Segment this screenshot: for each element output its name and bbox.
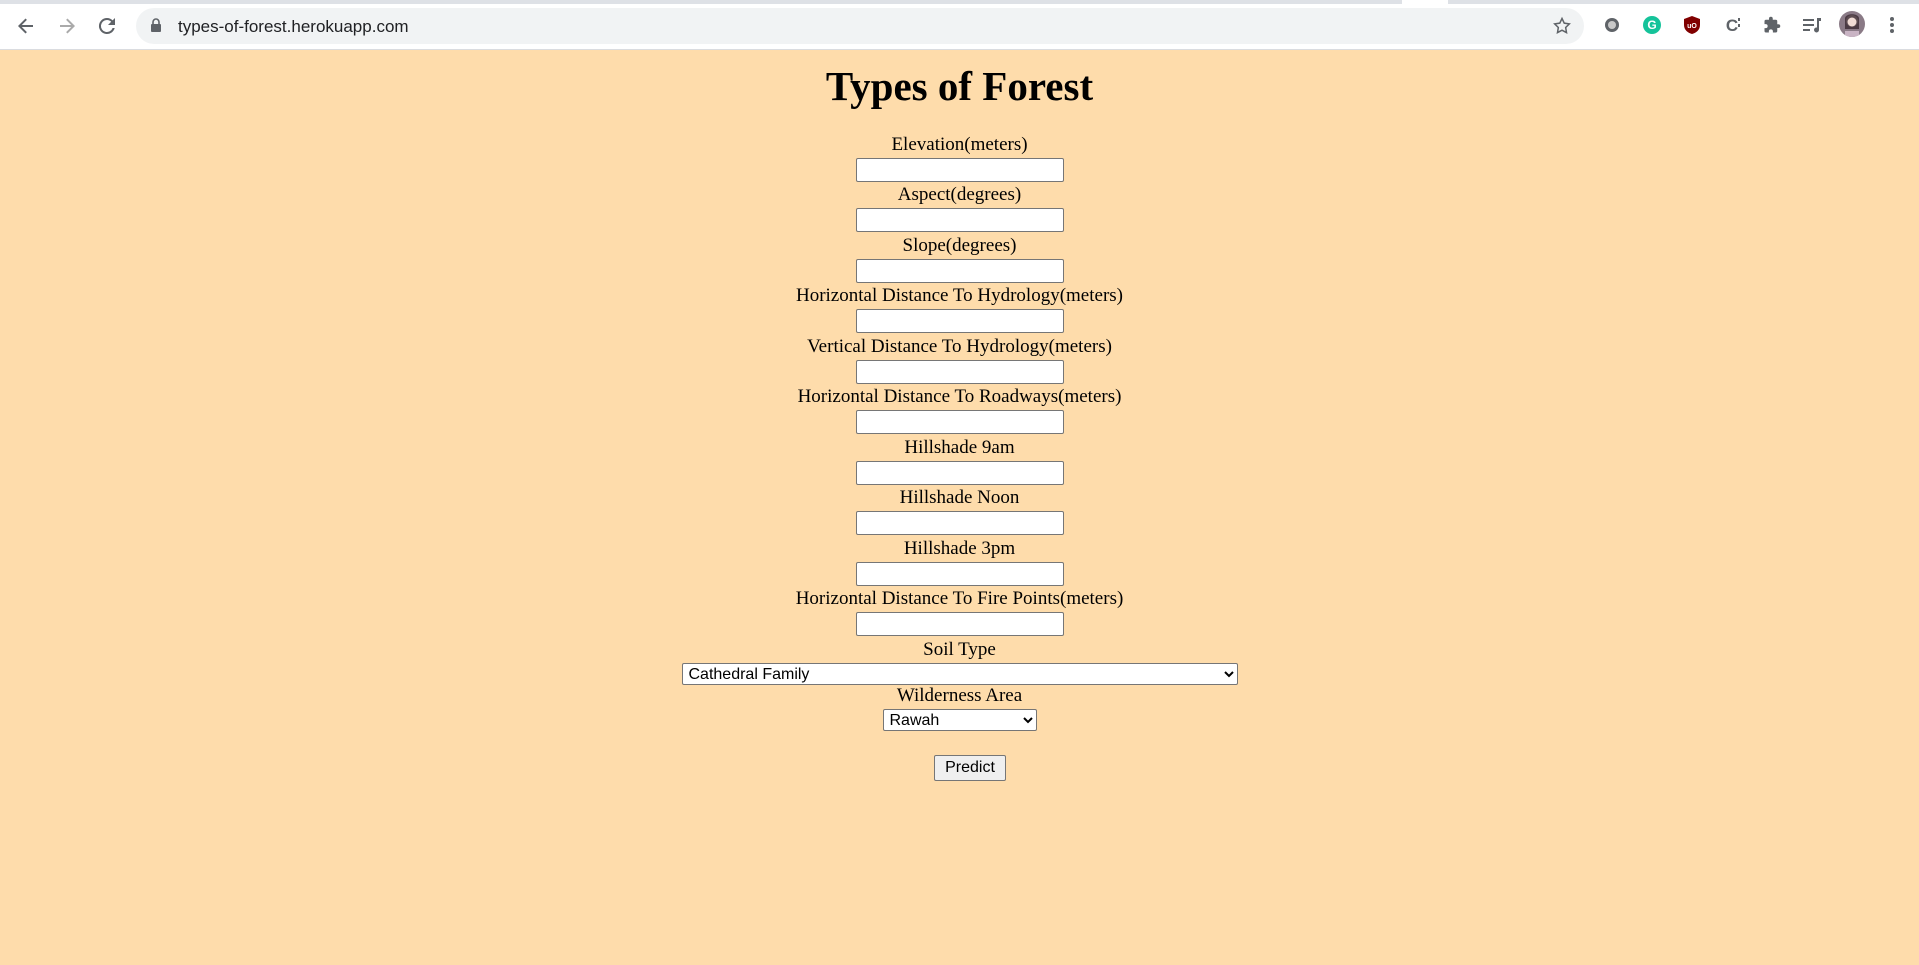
wilderness-area-label: Wilderness Area [896, 685, 1023, 706]
address-bar[interactable]: types-of-forest.herokuapp.com [136, 8, 1584, 44]
tab-strip [0, 0, 1919, 4]
predict-button[interactable]: Predict [934, 755, 1006, 781]
hillshade-3pm-label: Hillshade 3pm [903, 538, 1016, 559]
hillshade-noon-input[interactable] [855, 511, 1064, 535]
soil-type-select[interactable]: Cathedral Family [681, 663, 1238, 685]
fire-points-input[interactable] [855, 612, 1064, 636]
vertical-hydrology-group: Vertical Distance To Hydrology(meters) [0, 336, 1919, 384]
elevation-label: Elevation(meters) [891, 134, 1028, 155]
elevation-input[interactable] [855, 158, 1064, 182]
horizontal-roadways-label: Horizontal Distance To Roadways(meters) [797, 386, 1122, 407]
slope-input[interactable] [855, 259, 1064, 283]
lock-icon[interactable] [150, 18, 162, 38]
ublock-icon[interactable]: uO [1679, 12, 1705, 38]
hillshade-9am-group: Hillshade 9am [0, 437, 1919, 485]
menu-icon[interactable] [1879, 12, 1905, 38]
forward-icon[interactable] [51, 10, 83, 42]
hillshade-noon-group: Hillshade Noon [0, 487, 1919, 535]
aspect-group: Aspect(degrees) [0, 184, 1919, 232]
soil-type-group: Soil Type Cathedral Family [0, 639, 1919, 685]
reload-icon[interactable] [91, 10, 123, 42]
puzzle-icon[interactable] [1759, 12, 1785, 38]
hillshade-9am-input[interactable] [855, 461, 1064, 485]
page-title: Types of Forest [825, 63, 1094, 109]
vertical-hydrology-label: Vertical Distance To Hydrology(meters) [807, 336, 1112, 357]
horizontal-roadways-group: Horizontal Distance To Roadways(meters) [0, 386, 1919, 434]
slope-label: Slope(degrees) [902, 235, 1017, 256]
horizontal-hydrology-label: Horizontal Distance To Hydrology(meters) [795, 285, 1124, 306]
slope-group: Slope(degrees) [0, 235, 1919, 283]
browser-toolbar: types-of-forest.herokuapp.com G uO C [0, 0, 1919, 50]
media-icon[interactable] [1799, 12, 1825, 38]
profile-avatar[interactable] [1839, 11, 1865, 37]
url-text[interactable]: types-of-forest.herokuapp.com [178, 17, 409, 37]
fire-points-label: Horizontal Distance To Fire Points(meter… [795, 588, 1124, 609]
horizontal-hydrology-input[interactable] [855, 309, 1064, 333]
svg-text:G: G [1647, 18, 1656, 32]
aspect-label: Aspect(degrees) [897, 184, 1022, 205]
fire-points-group: Horizontal Distance To Fire Points(meter… [0, 588, 1919, 636]
horizontal-hydrology-group: Horizontal Distance To Hydrology(meters) [0, 285, 1919, 333]
grammarly-icon[interactable]: G [1639, 12, 1665, 38]
svg-text:uO: uO [1687, 23, 1697, 30]
back-icon[interactable] [10, 10, 42, 42]
hillshade-3pm-group: Hillshade 3pm [0, 538, 1919, 586]
wilderness-area-select[interactable]: Rawah [882, 709, 1037, 731]
soil-type-label: Soil Type [923, 639, 996, 660]
horizontal-roadways-input[interactable] [855, 410, 1064, 434]
vertical-hydrology-input[interactable] [855, 360, 1064, 384]
wilderness-area-group: Wilderness Area Rawah [0, 685, 1919, 731]
svg-text:C: C [1726, 16, 1738, 35]
star-icon[interactable] [1552, 16, 1572, 41]
extension-circle-icon[interactable] [1599, 12, 1625, 38]
hillshade-3pm-input[interactable] [855, 562, 1064, 586]
aspect-input[interactable] [855, 208, 1064, 232]
hillshade-9am-label: Hillshade 9am [904, 437, 1015, 458]
hillshade-noon-label: Hillshade Noon [899, 487, 1020, 508]
page-content: Types of Forest Elevation(meters) Aspect… [0, 50, 1919, 965]
elevation-group: Elevation(meters) [0, 134, 1919, 182]
extension-c-icon[interactable]: C [1719, 12, 1745, 38]
